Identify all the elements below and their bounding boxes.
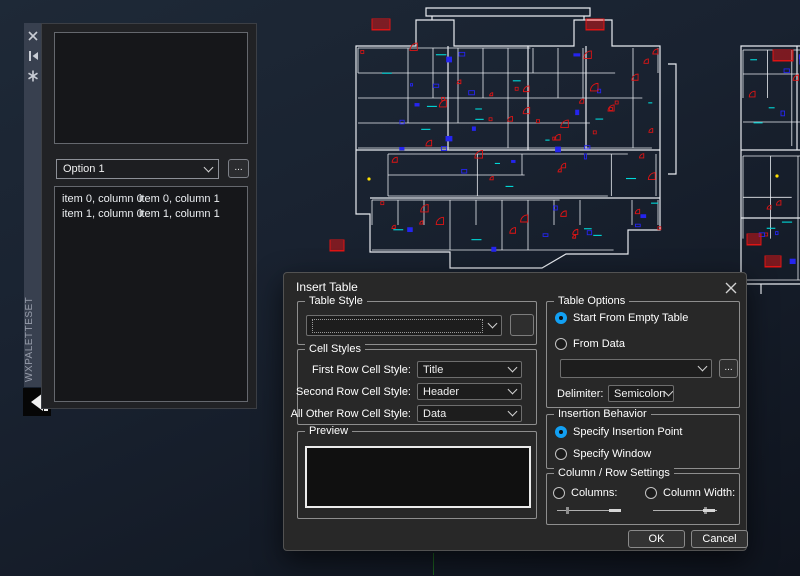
- close-icon[interactable]: [27, 30, 39, 42]
- data-source-browse-button[interactable]: ...: [719, 359, 738, 378]
- radio-icon: [555, 426, 567, 438]
- radio-icon: [555, 312, 567, 324]
- group-label: Table Options: [554, 295, 629, 308]
- radio-specify-window[interactable]: Specify Window: [555, 448, 651, 460]
- radio-column-width[interactable]: Column Width:: [645, 487, 735, 499]
- first-row-style-dropdown[interactable]: Title: [417, 361, 522, 378]
- palette-title: WXPALETTESET: [24, 200, 41, 382]
- first-row-style-label: First Row Cell Style:: [312, 364, 411, 376]
- list-cell: item 0, column 0: [62, 193, 143, 205]
- palette-panel: Option 1 ... item 0, column 0 item 0, co…: [41, 23, 257, 409]
- column-width-slider[interactable]: [653, 506, 717, 514]
- palette-option-value: Option 1: [63, 163, 105, 175]
- focus-rect: [312, 319, 483, 333]
- radio-label: Specify Window: [573, 448, 651, 460]
- radio-label: Columns:: [571, 487, 617, 499]
- palette-option-dropdown[interactable]: Option 1: [56, 159, 219, 179]
- other-row-style-label: All Other Row Cell Style:: [291, 408, 411, 420]
- delimiter-dropdown[interactable]: Semicolon: [608, 385, 674, 402]
- columns-slider[interactable]: [557, 506, 621, 514]
- palette-browse-button[interactable]: ...: [228, 159, 249, 178]
- cad-drawing-right: [737, 38, 800, 294]
- list-cell: item 1, column 1: [139, 208, 220, 220]
- radio-icon: [555, 448, 567, 460]
- chevron-down-icon: [508, 385, 518, 395]
- slider-cap: [609, 509, 621, 512]
- group-label: Insertion Behavior: [554, 408, 651, 421]
- table-options-group: Table Options Start From Empty Table Fro…: [546, 301, 740, 408]
- properties-icon[interactable]: [27, 70, 39, 82]
- group-label: Preview: [305, 425, 352, 438]
- second-row-style-label: Second Row Cell Style:: [296, 386, 411, 398]
- table-style-dropdown[interactable]: [306, 315, 502, 336]
- delimiter-value: Semicolon: [614, 388, 665, 400]
- radio-from-data[interactable]: From Data: [555, 338, 625, 350]
- delimiter-label: Delimiter:: [557, 388, 603, 400]
- insert-table-dialog: Insert Table Table Style Cell Styles Fir…: [283, 272, 747, 551]
- radio-label: Start From Empty Table: [573, 312, 688, 324]
- cell-styles-group: Cell Styles First Row Cell Style: Title …: [297, 349, 537, 425]
- chevron-down-icon: [698, 362, 708, 372]
- table-style-group: Table Style: [297, 301, 537, 345]
- palette-upper-listbox[interactable]: [54, 32, 248, 144]
- table-style-launch-button[interactable]: [510, 314, 534, 336]
- application-window: WXPALETTESET Option 1 ... item 0, column…: [0, 0, 800, 576]
- first-row-style-value: Title: [423, 364, 443, 376]
- group-label: Table Style: [305, 295, 367, 308]
- second-row-style-value: Header: [423, 386, 459, 398]
- radio-icon: [555, 338, 567, 350]
- second-row-style-dropdown[interactable]: Header: [417, 383, 522, 400]
- other-row-style-value: Data: [423, 408, 446, 420]
- chevron-down-icon: [508, 407, 518, 417]
- radio-label: Column Width:: [663, 487, 735, 499]
- chevron-down-icon: [488, 319, 498, 329]
- auto-hide-icon[interactable]: [27, 50, 39, 62]
- list-item[interactable]: item 1, column 0 item 1, column 1: [62, 208, 243, 223]
- radio-start-empty-table[interactable]: Start From Empty Table: [555, 312, 688, 324]
- cancel-button[interactable]: Cancel: [691, 530, 748, 548]
- close-icon[interactable]: [724, 281, 738, 295]
- group-label: Cell Styles: [305, 343, 365, 356]
- list-item[interactable]: item 0, column 0 item 0, column 1: [62, 193, 243, 208]
- floor-plan-main: [328, 2, 696, 278]
- radio-specify-insertion-point[interactable]: Specify Insertion Point: [555, 426, 682, 438]
- cad-drawing-main: [328, 2, 696, 278]
- preview-group: Preview: [297, 431, 537, 519]
- dialog-title: Insert Table: [296, 280, 358, 294]
- list-cell: item 1, column 0: [62, 208, 143, 220]
- chevron-down-icon: [664, 387, 674, 397]
- data-source-dropdown[interactable]: [560, 359, 712, 378]
- insertion-behavior-group: Insertion Behavior Specify Insertion Poi…: [546, 414, 740, 469]
- group-label: Column / Row Settings: [554, 467, 674, 480]
- list-cell: item 0, column 1: [139, 193, 220, 205]
- slider-thumb[interactable]: [566, 507, 569, 514]
- chevron-down-icon: [204, 162, 214, 172]
- radio-label: Specify Insertion Point: [573, 426, 682, 438]
- column-row-settings-group: Column / Row Settings Columns: Column Wi…: [546, 473, 740, 525]
- other-row-style-dropdown[interactable]: Data: [417, 405, 522, 422]
- ok-button[interactable]: OK: [628, 530, 685, 548]
- floor-plan-right: [737, 38, 800, 294]
- radio-columns[interactable]: Columns:: [553, 487, 617, 499]
- preview-box: [305, 446, 531, 508]
- cad-cursor-line: [433, 553, 434, 575]
- chevron-down-icon: [508, 363, 518, 373]
- palette-item-list[interactable]: item 0, column 0 item 0, column 1 item 1…: [54, 186, 248, 402]
- slider-cap: [703, 509, 715, 512]
- radio-icon: [645, 487, 657, 499]
- radio-label: From Data: [573, 338, 625, 350]
- radio-icon: [553, 487, 565, 499]
